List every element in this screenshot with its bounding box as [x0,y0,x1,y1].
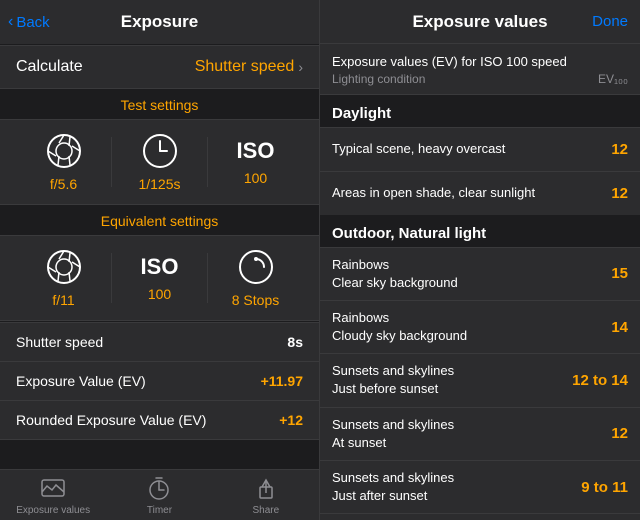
test-iso-cell[interactable]: ISO 100 [208,138,303,186]
test-iso-label: 100 [244,170,267,186]
back-button[interactable]: ‹ Back [8,13,50,31]
image-icon [40,476,66,502]
ev-item-1-5: The Moon - Full 15 [320,513,640,520]
tab-timer-label: Timer [147,505,172,516]
ev-lighting-value: EV₁₀₀ [598,72,628,86]
ev-item-0-1-desc: Areas in open shade, clear sunlight [332,184,588,202]
stat-shutter-label: Shutter speed [16,334,103,350]
ev-item-1-0-val: 15 [588,265,628,282]
back-chevron-icon: ‹ [8,13,13,31]
stat-rev-label: Rounded Exposure Value (EV) [16,412,206,428]
clock-icon [141,132,179,170]
stat-ev-label: Exposure Value (EV) [16,373,146,389]
equiv-settings-header: Equivalent settings [0,205,319,235]
stat-row-shutter: Shutter speed 8s [0,323,319,362]
ev-item-1-2-val: 12 to 14 [572,372,628,389]
ev-info: Exposure values (EV) for ISO 100 speed L… [320,44,640,95]
ev-item-1-0-desc: RainbowsClear sky background [332,256,588,292]
equiv-aperture-label: f/11 [52,292,74,308]
tab-share[interactable]: Share [213,476,319,516]
tab-exposure-label: Exposure values [16,505,90,516]
ev-section-daylight: Daylight [320,95,640,127]
right-panel: Exposure values Done Exposure values (EV… [320,0,640,520]
bottom-tabs: Exposure values Timer Share [0,469,319,520]
chevron-right-icon: › [298,59,303,75]
calculate-label: Calculate [16,58,83,76]
equiv-aperture-icon [45,248,83,286]
equiv-iso-cell[interactable]: ISO 100 [112,254,207,302]
calculate-value: Shutter speed [195,58,295,76]
calculate-row[interactable]: Calculate Shutter speed › [0,45,319,89]
back-label: Back [16,14,49,31]
equiv-aperture-cell[interactable]: f/11 [16,248,111,308]
right-title: Exposure values [412,12,547,32]
ev-item-1-2-desc: Sunsets and skylinesJust before sunset [332,362,572,398]
tab-timer[interactable]: Timer [106,476,212,516]
ev-item-1-3: Sunsets and skylinesAt sunset 12 [320,407,640,460]
ev-item-0-0-val: 12 [588,141,628,158]
ev-item-0-0: Typical scene, heavy overcast 12 [320,127,640,171]
done-button[interactable]: Done [592,13,628,30]
stats-group: Shutter speed 8s Exposure Value (EV) +11… [0,322,319,440]
test-aperture-label: f/5.6 [50,176,77,192]
stat-shutter-value: 8s [287,334,303,350]
ev-info-line1: Exposure values (EV) for ISO 100 speed [332,52,628,72]
stat-row-ev: Exposure Value (EV) +11.97 [0,362,319,401]
test-aperture-cell[interactable]: f/5.6 [16,132,111,192]
timer-icon [146,476,172,502]
equiv-iso-text: ISO [141,254,179,280]
ev-item-1-1: RainbowsCloudy sky background 14 [320,300,640,353]
share-icon [253,476,279,502]
ev-lighting-label: Lighting condition [332,72,425,86]
ev-item-1-4: Sunsets and skylinesJust after sunset 9 … [320,460,640,513]
ev-item-0-1: Areas in open shade, clear sunlight 12 [320,171,640,215]
aperture-icon [45,132,83,170]
equiv-stops-label: 8 Stops [232,292,279,308]
equiv-settings-group: f/11 ISO 100 8 Stops [0,235,319,321]
test-settings-group: f/5.6 1/125s ISO 100 [0,119,319,205]
ev-item-1-0: RainbowsClear sky background 15 [320,247,640,300]
equiv-iso-label: 100 [148,286,171,302]
test-shutter-cell[interactable]: 1/125s [112,132,207,192]
ev-scroll-area[interactable]: Daylight Typical scene, heavy overcast 1… [320,95,640,520]
ev-item-1-2: Sunsets and skylinesJust before sunset 1… [320,353,640,406]
ev-item-0-0-desc: Typical scene, heavy overcast [332,140,588,158]
equiv-stops-cell[interactable]: 8 Stops [208,248,303,308]
ev-item-1-1-desc: RainbowsCloudy sky background [332,309,588,345]
ev-item-1-4-val: 9 to 11 [581,479,628,496]
test-iso-text: ISO [237,138,275,164]
ev-item-1-3-val: 12 [588,425,628,442]
ev-info-line2: Lighting condition EV₁₀₀ [332,72,628,86]
stat-ev-value: +11.97 [261,373,303,389]
circle-stops-icon [237,248,275,286]
ev-item-1-4-desc: Sunsets and skylinesJust after sunset [332,469,581,505]
calculate-value-row: Shutter speed › [195,58,303,76]
left-panel: ‹ Back Exposure Calculate Shutter speed … [0,0,320,520]
test-shutter-label: 1/125s [138,176,180,192]
tab-share-label: Share [252,505,279,516]
ev-section-outdoor: Outdoor, Natural light [320,215,640,247]
test-settings-header: Test settings [0,89,319,119]
stat-rev-value: +12 [279,412,303,428]
left-title: Exposure [121,12,198,32]
ev-item-1-1-val: 14 [588,319,628,336]
left-navbar: ‹ Back Exposure [0,0,319,44]
tab-exposure-values[interactable]: Exposure values [0,476,106,516]
ev-item-0-1-val: 12 [588,185,628,202]
stat-row-rev: Rounded Exposure Value (EV) +12 [0,401,319,439]
test-settings-icons-row: f/5.6 1/125s ISO 100 [0,120,319,204]
equiv-settings-icons-row: f/11 ISO 100 8 Stops [0,236,319,320]
ev-item-1-3-desc: Sunsets and skylinesAt sunset [332,416,588,452]
right-navbar: Exposure values Done [320,0,640,44]
